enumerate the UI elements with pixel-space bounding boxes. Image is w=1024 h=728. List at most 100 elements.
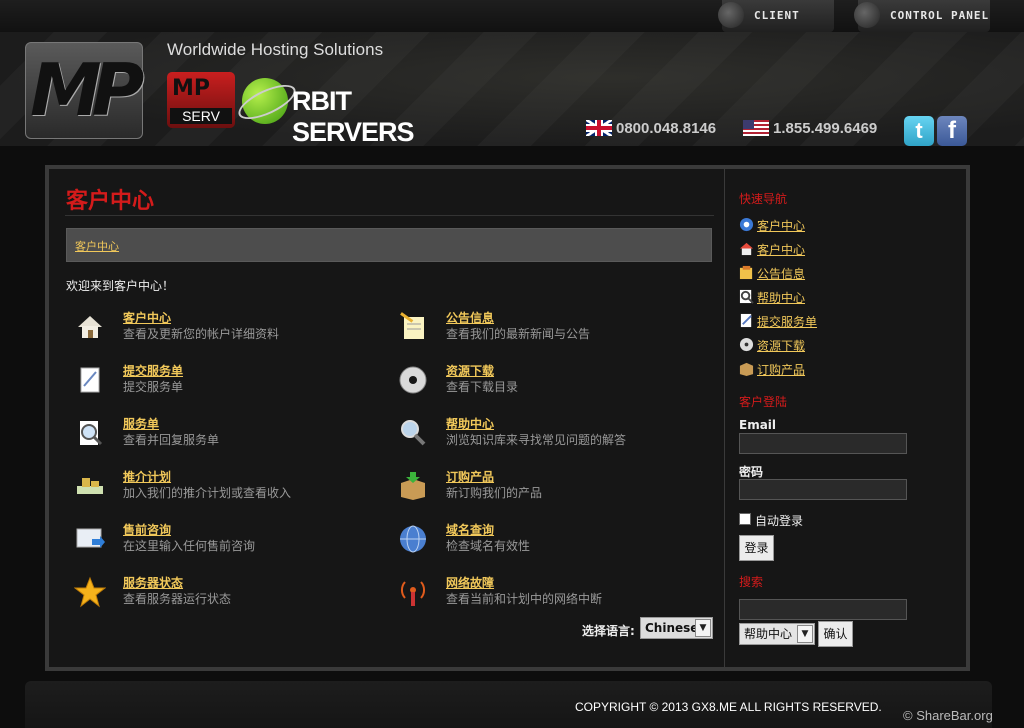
email-field[interactable] — [739, 433, 907, 454]
menu-item-title: 客户中心 — [123, 311, 172, 325]
globe-icon — [400, 525, 426, 553]
twitter-glyph: t — [915, 118, 923, 143]
phone-uk-number: 0800.048.8146 — [616, 120, 717, 137]
menu-item-title: 提交服务单 — [123, 364, 184, 378]
remember-checkbox[interactable] — [739, 513, 751, 525]
client-area-tab[interactable]: CLIENT AREA — [718, 0, 834, 54]
watermark: © ShareBar.org — [903, 708, 993, 723]
menu-item-tickets[interactable]: 服务单 查看并回复服务单 — [66, 415, 386, 455]
sidebar-item-label[interactable]: 帮助中心 — [757, 289, 805, 306]
site-logo[interactable]: MP — [25, 42, 144, 139]
menu-item-server-status[interactable]: 服务器状态 查看服务器运行状态 — [66, 574, 386, 614]
search-title: 搜索 — [739, 575, 764, 589]
star-icon — [74, 576, 106, 608]
menu-item-desc: 浏览知识库来寻找常见问题的解答 — [446, 433, 627, 447]
disc-icon — [739, 337, 754, 352]
menu-item-title: 域名查询 — [446, 523, 495, 537]
password-field[interactable] — [739, 479, 907, 500]
welcome-text: 欢迎来到客户中心！ — [66, 279, 175, 293]
language-select[interactable]: Chinese ▼ — [640, 617, 713, 639]
uk-flag-icon — [586, 120, 612, 136]
site-logo-text: MP — [30, 48, 144, 132]
sidebar-item-label[interactable]: 公告信息 — [757, 265, 805, 282]
globe-icon — [739, 217, 754, 232]
box-icon — [739, 362, 754, 376]
magnifier-icon — [80, 421, 103, 446]
menu-item-title: 帮助中心 — [446, 417, 495, 431]
menu-item-client-area[interactable]: 客户中心 查看及更新您的帐户详细资料 — [66, 309, 386, 349]
home-icon — [739, 242, 754, 256]
money-icon — [77, 478, 103, 494]
search-input[interactable] — [739, 599, 907, 620]
remember-label: 自动登录 — [755, 514, 804, 528]
control-panel-tab[interactable]: CONTROL PANEL — [854, 0, 990, 32]
menu-item-help-center[interactable]: 帮助中心 浏览知识库来寻找常见问题的解答 — [389, 415, 709, 455]
us-flag-icon — [743, 120, 769, 136]
menu-item-announcements[interactable]: 公告信息 查看我们的最新新闻与公告 — [389, 309, 709, 349]
menu-item-desc: 新订购我们的产品 — [446, 486, 543, 500]
language-label: 选择语言: — [582, 624, 635, 638]
avatar-icon — [718, 2, 744, 28]
megaphone-icon — [739, 265, 753, 280]
menu-item-desc: 在这里输入任何售前咨询 — [123, 539, 256, 553]
tagline: Worldwide Hosting Solutions — [167, 40, 384, 59]
breadcrumb-link[interactable]: 客户中心 — [75, 238, 119, 254]
menu-item-title: 资源下载 — [446, 364, 495, 378]
password-label: 密码 — [739, 465, 764, 479]
menu-item-title: 订购产品 — [446, 470, 495, 484]
phone-us-number: 1.855.499.6469 — [773, 120, 878, 137]
menu-item-downloads[interactable]: 资源下载 查看下载目录 — [389, 362, 709, 402]
sidebar-item-label[interactable]: 资源下载 — [757, 337, 805, 354]
home-icon — [78, 316, 102, 338]
facebook-icon[interactable]: f — [937, 116, 967, 146]
notepad-icon — [400, 312, 424, 339]
menu-item-order[interactable]: 订购产品 新订购我们的产品 — [389, 468, 709, 508]
sidebar-item-label[interactable]: 订购产品 — [757, 361, 805, 378]
mpserv-logo[interactable]: MP SERV — [167, 72, 235, 128]
mpserv-logo-bottom: SERV — [170, 108, 232, 124]
document-icon — [80, 367, 100, 393]
main-content: 客户中心 客户中心 欢迎来到客户中心！ 客户中心 查看及更新您的帐户详细资料 公… — [49, 169, 724, 667]
content-frame: 客户中心 客户中心 欢迎来到客户中心！ 客户中心 查看及更新您的帐户详细资料 公… — [45, 165, 970, 671]
menu-item-affiliates[interactable]: 推介计划 加入我们的推介计划或查看收入 — [66, 468, 386, 508]
title-divider — [65, 215, 714, 216]
wrench-icon — [854, 2, 880, 28]
search-submit-button[interactable]: 确认 — [818, 621, 853, 647]
menu-item-presales[interactable]: 售前咨询 在这里输入任何售前咨询 — [66, 521, 386, 561]
menu-item-title: 售前咨询 — [123, 523, 172, 537]
menu-item-desc: 查看并回复服务单 — [123, 433, 220, 447]
search-category-select[interactable]: 帮助中心 ▼ — [739, 623, 815, 645]
email-label: Email — [739, 418, 777, 432]
orbit-servers-logo[interactable]: RBIT SERVERS — [233, 76, 462, 147]
sidebar-item-label[interactable]: 客户中心 — [757, 217, 805, 234]
site-header: MP Worldwide Hosting Solutions MP SERV R… — [0, 32, 1024, 147]
sidebar: 快速导航 客户中心 客户中心 公告信息 帮助中心 提交服务单 资源下载 订购产品 — [724, 169, 966, 667]
sidebar-item-label[interactable]: 客户中心 — [757, 241, 805, 258]
box-icon — [401, 472, 425, 500]
antenna-icon — [401, 581, 425, 606]
menu-item-network-issues[interactable]: 网络故障 查看当前和计划中的网络中断 — [389, 574, 709, 614]
disc-icon — [399, 366, 427, 394]
phone-us: 1.855.499.6469 — [743, 120, 877, 138]
twitter-icon[interactable]: t — [904, 116, 934, 146]
menu-item-desc: 查看当前和计划中的网络中断 — [446, 592, 603, 606]
menu-item-title: 网络故障 — [446, 576, 495, 590]
document-icon — [740, 313, 752, 328]
menu-item-submit-ticket[interactable]: 提交服务单 提交服务单 — [66, 362, 386, 402]
menu-item-desc: 查看我们的最新新闻与公告 — [446, 327, 591, 341]
sidebar-item-label[interactable]: 提交服务单 — [757, 313, 817, 330]
menu-item-title: 服务单 — [123, 417, 160, 431]
menu-item-desc: 加入我们的推介计划或查看收入 — [123, 486, 292, 500]
search-category-value: 帮助中心 — [744, 627, 793, 641]
menu-item-title: 公告信息 — [446, 311, 495, 325]
copyright: COPYRIGHT © 2013 GX8.ME ALL RIGHTS RESER… — [575, 700, 882, 714]
menu-item-domain-check[interactable]: 域名查询 检查域名有效性 — [389, 521, 709, 561]
magnifier-icon — [739, 289, 754, 304]
login-button[interactable]: 登录 — [739, 535, 774, 561]
facebook-glyph: f — [948, 117, 956, 144]
menu-item-title: 推介计划 — [123, 470, 172, 484]
menu-item-desc: 查看下载目录 — [446, 380, 519, 394]
phone-uk: 0800.048.8146 — [586, 120, 716, 138]
login-title: 客户登陆 — [739, 395, 788, 409]
breadcrumb: 客户中心 — [66, 228, 712, 262]
